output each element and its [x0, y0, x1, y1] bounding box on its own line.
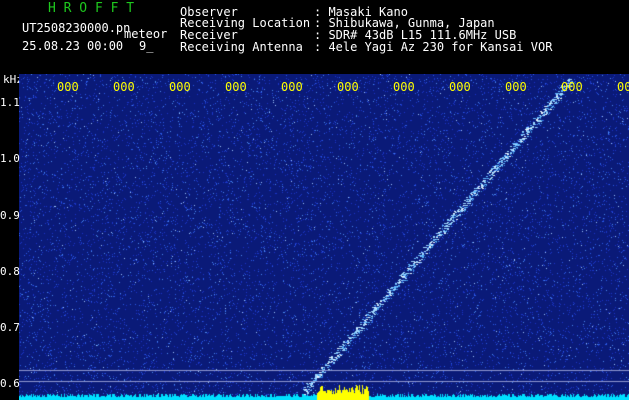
capture-datetime: 25.08.23 00:00 — [22, 39, 124, 53]
y-tick-label: 0.8 — [0, 264, 20, 278]
x-tick-label: 000 — [281, 80, 303, 94]
x-tick-label: 000 — [449, 80, 471, 94]
x-tick-label: 0010 — [617, 80, 629, 94]
y-tick-label: 0.7 — [0, 320, 20, 334]
spectrogram-canvas[interactable] — [19, 74, 629, 400]
y-tick-label: 1.0 — [0, 152, 20, 166]
x-tick-label: 000 — [505, 80, 527, 94]
x-tick-label: 000 — [113, 80, 135, 94]
file-name: UT2508230000.pn — [22, 21, 131, 35]
y-tick-label: 1.1 — [0, 96, 20, 110]
capture-suffix: 9_ — [139, 39, 154, 53]
x-tick-label: 000 — [57, 80, 79, 94]
x-tick-label: 000 — [393, 80, 415, 94]
x-tick-label: 000 — [561, 80, 583, 94]
meta-key-antenna: Receiving Antenna — [180, 40, 303, 54]
y-tick-label: 0.9 — [0, 208, 20, 222]
x-tick-label: 000 — [169, 80, 191, 94]
y-tick-label: 0.6 — [0, 377, 20, 391]
x-tick-label: 000 — [337, 80, 359, 94]
meta-value-antenna: : 4ele Yagi Az 230 for Kansai VOR — [314, 40, 553, 54]
app-brand: H R O F F T — [48, 1, 135, 16]
x-tick-label: 000 — [225, 80, 247, 94]
